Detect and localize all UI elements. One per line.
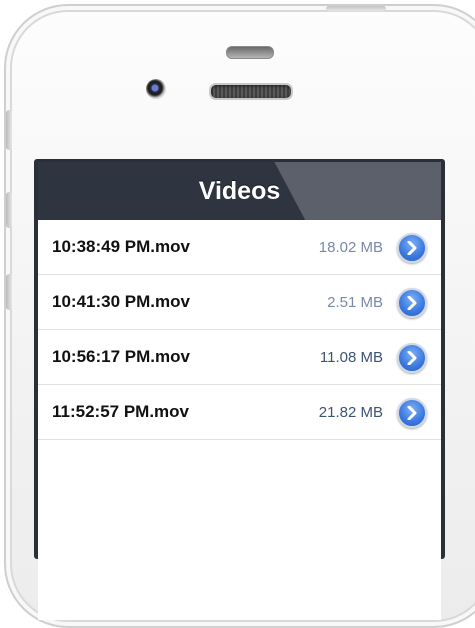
front-camera-icon (146, 79, 166, 99)
volume-up-button (6, 192, 12, 228)
list-item[interactable]: 10:38:49 PM.mov 18.02 MB (38, 220, 441, 275)
proximity-sensor (226, 46, 274, 59)
video-name: 11:52:57 PM.mov (52, 402, 190, 421)
mute-switch (6, 110, 12, 150)
video-name: 10:38:49 PM.mov (52, 237, 190, 256)
earpiece-speaker-icon (209, 83, 293, 100)
page-title: Videos (198, 177, 281, 205)
video-size: 2.51 MB (327, 294, 383, 311)
power-button (326, 6, 386, 11)
navigation-bar: Videos (38, 162, 441, 220)
video-size: 11.08 MB (319, 349, 383, 366)
video-name: 10:56:17 PM.mov (52, 347, 190, 366)
list-item[interactable]: 10:41:30 PM.mov 2.51 MB (38, 275, 441, 330)
disclosure-arrow-icon[interactable] (397, 288, 427, 318)
video-size: 18.02 MB (318, 239, 383, 256)
list-item[interactable]: 10:56:17 PM.mov 11.08 MB (38, 330, 441, 385)
disclosure-arrow-icon[interactable] (397, 343, 427, 373)
video-name: 10:41:30 PM.mov (52, 292, 190, 311)
volume-down-button (6, 274, 12, 310)
screen: Videos 10:38:49 PM.mov 18.02 MB 10:41:30… (34, 159, 445, 620)
list-item[interactable]: 11:52:57 PM.mov 21.82 MB (38, 385, 441, 440)
disclosure-arrow-icon[interactable] (397, 233, 427, 263)
disclosure-arrow-icon[interactable] (397, 398, 427, 428)
video-list: 10:38:49 PM.mov 18.02 MB 10:41:30 PM.mov… (38, 220, 441, 620)
video-size: 21.82 MB (318, 404, 383, 421)
